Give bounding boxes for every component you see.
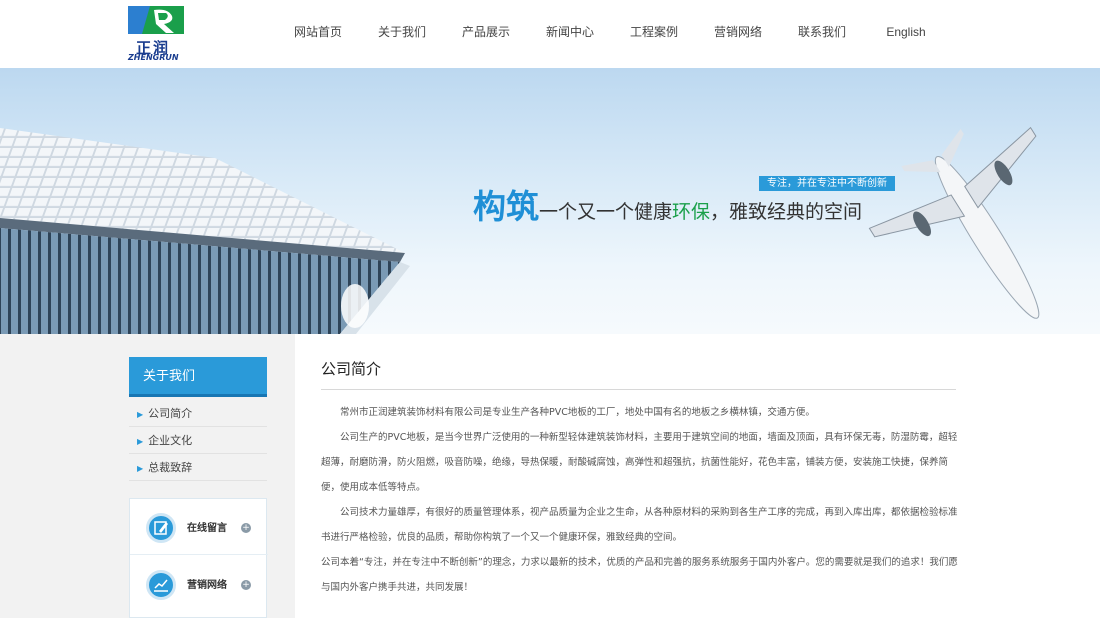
marketing-network-label: 营销网络 <box>187 580 227 591</box>
slogan-mid-2: ，雅致经典的空间 <box>710 201 863 223</box>
logo-english-text: ZHENGRUN <box>128 53 179 62</box>
main-nav: 网站首页 关于我们 产品展示 新闻中心 工程案例 营销网络 联系我们 Engli… <box>276 0 948 68</box>
sidebar-item-label: 企业文化 <box>148 434 193 447</box>
nav-english[interactable]: English <box>864 0 948 68</box>
plus-icon: + <box>241 523 251 533</box>
nav-marketing[interactable]: 营销网络 <box>696 0 780 68</box>
airplane <box>868 126 1040 319</box>
hero-banner: 专注，并在专注中不断创新 构筑一个又一个健康环保，雅致经典的空间 <box>0 68 1100 334</box>
marketing-network-link[interactable]: 营销网络 + <box>130 556 268 612</box>
site-header: 正润 ZHENGRUN 网站首页 关于我们 产品展示 新闻中心 工程案例 营销网… <box>0 0 1100 68</box>
nav-home[interactable]: 网站首页 <box>276 0 360 68</box>
slogan-big: 构筑 <box>473 187 539 226</box>
nav-cases[interactable]: 工程案例 <box>612 0 696 68</box>
intro-paragraph-3: 公司技术力量雄厚，有很好的质量管理体系，视产品质量为企业之生命，从各种原材料的采… <box>321 507 958 543</box>
nav-products[interactable]: 产品展示 <box>444 0 528 68</box>
company-intro-text: 常州市正润建筑装饰材料有限公司是专业生产各种PVC地板的工厂，地处中国有名的地板… <box>321 400 961 600</box>
online-message-link[interactable]: 在线留言 + <box>130 499 268 555</box>
arrow-right-icon: ▶ <box>137 410 144 419</box>
plus-icon: + <box>241 580 251 590</box>
sidebar-item-profile[interactable]: ▶ 公司简介 <box>129 400 267 427</box>
page-title: 公司简介 <box>321 360 382 378</box>
nav-about[interactable]: 关于我们 <box>360 0 444 68</box>
edit-icon <box>146 513 176 543</box>
company-logo[interactable]: 正润 ZHENGRUN <box>128 6 184 62</box>
title-divider <box>321 389 956 390</box>
sidebar-menu: ▶ 公司简介 ▶ 企业文化 ▶ 总裁致辞 <box>129 400 267 481</box>
sidebar-item-president[interactable]: ▶ 总裁致辞 <box>129 454 267 481</box>
sidebar-item-label: 公司简介 <box>148 407 193 420</box>
sidebar-quick-links: 在线留言 + 营销网络 + <box>129 498 268 618</box>
intro-paragraph-2: 公司生产的PVC地板，是当今世界广泛使用的一种新型轻体建筑装饰材料，主要用于建筑… <box>321 432 958 493</box>
arrow-right-icon: ▶ <box>137 437 144 446</box>
arrow-right-icon: ▶ <box>137 464 144 473</box>
nav-contact[interactable]: 联系我们 <box>780 0 864 68</box>
banner-slogan: 构筑一个又一个健康环保，雅致经典的空间 <box>473 180 862 228</box>
intro-paragraph-4: 公司本着“专注，并在专注中不断创新”的理念，力求以最新的技术，优质的产品和完善的… <box>321 557 958 593</box>
nav-news[interactable]: 新闻中心 <box>528 0 612 68</box>
sidebar-item-label: 总裁致辞 <box>148 461 193 474</box>
online-message-label: 在线留言 <box>187 523 227 534</box>
logo-mark-icon <box>128 6 184 34</box>
intro-paragraph-1: 常州市正润建筑装饰材料有限公司是专业生产各种PVC地板的工厂，地处中国有名的地板… <box>340 407 815 418</box>
slogan-green: 环保 <box>672 201 711 223</box>
sidebar-title: 关于我们 <box>129 357 267 397</box>
slogan-mid-1: 一个又一个健康 <box>539 201 673 223</box>
chart-icon <box>146 570 176 600</box>
sidebar-item-culture[interactable]: ▶ 企业文化 <box>129 427 267 454</box>
